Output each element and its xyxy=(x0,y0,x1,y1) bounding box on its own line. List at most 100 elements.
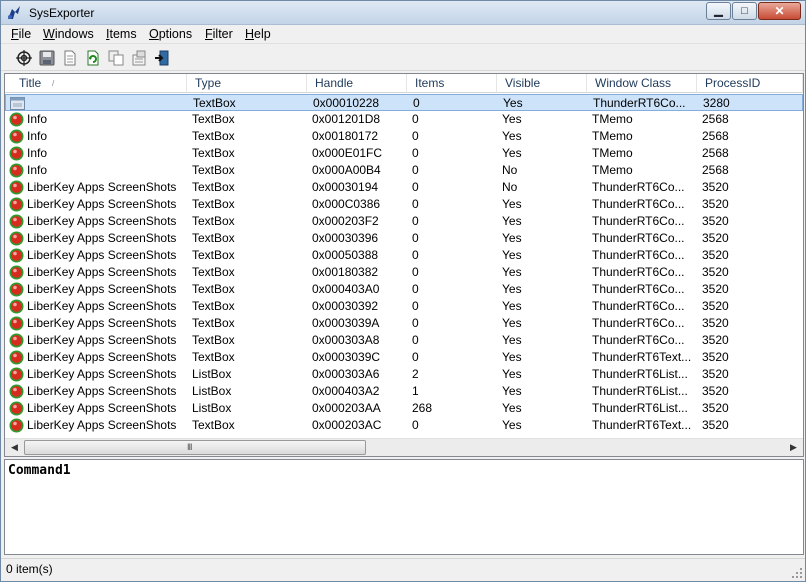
cell-handle: 0x00180382 xyxy=(312,265,379,279)
maximize-button[interactable]: □ xyxy=(732,2,757,20)
list-header: Title / Type Handle Items Visible Window … xyxy=(5,74,803,93)
cell-processid: 3280 xyxy=(703,96,730,110)
minimize-button[interactable]: ▁ xyxy=(706,2,731,20)
column-header-window-class[interactable]: Window Class xyxy=(587,74,697,93)
cell-type: TextBox xyxy=(192,129,235,143)
cell-handle: 0x000303A6 xyxy=(312,367,380,381)
menu-file[interactable]: File xyxy=(9,26,33,43)
table-row[interactable]: LiberKey Apps ScreenShots TextBox 0x001803… xyxy=(5,264,803,281)
cell-items: 0 xyxy=(412,214,419,228)
cell-visible: Yes xyxy=(502,146,522,160)
menu-options[interactable]: Options xyxy=(147,26,194,43)
scroll-right-arrow-icon[interactable]: ▶ xyxy=(785,439,802,456)
menu-help[interactable]: Help xyxy=(243,26,273,43)
cell-title: LiberKey Apps ScreenShots xyxy=(27,367,177,381)
cell-processid: 3520 xyxy=(702,180,729,194)
table-row[interactable]: LiberKey Apps ScreenShots TextBox 0x000203… xyxy=(5,213,803,230)
column-header-handle[interactable]: Handle xyxy=(307,74,407,93)
properties-panel[interactable]: Command1 xyxy=(4,459,804,555)
maximize-icon: □ xyxy=(741,5,748,17)
size-grip-icon[interactable] xyxy=(791,567,803,579)
table-row[interactable]: LiberKey Apps ScreenShots ListBox 0x000203… xyxy=(5,400,803,417)
refresh-button[interactable] xyxy=(82,47,104,69)
cell-handle: 0x000403A2 xyxy=(312,384,380,398)
table-row[interactable]: LiberKey Apps ScreenShots TextBox 0x000303… xyxy=(5,332,803,349)
window-title: SysExporter xyxy=(29,6,95,20)
red-window-icon xyxy=(9,384,24,399)
column-header-items[interactable]: Items xyxy=(407,74,497,93)
table-row[interactable]: LiberKey Apps ScreenShots TextBox 0x000503… xyxy=(5,247,803,264)
cell-type: TextBox xyxy=(192,146,235,160)
table-row[interactable]: LiberKey Apps ScreenShots TextBox 0x000303… xyxy=(5,230,803,247)
table-row[interactable]: LiberKey Apps ScreenShots TextBox 0x000303… xyxy=(5,298,803,315)
cell-handle: 0x00010228 xyxy=(313,96,380,110)
menu-filter[interactable]: Filter xyxy=(203,26,235,43)
table-row[interactable]: LiberKey Apps ScreenShots TextBox 0x000203… xyxy=(5,417,803,434)
table-row[interactable]: Info TextBox 0x00180172 0 Yes TMemo 2568 xyxy=(5,128,803,145)
target-button[interactable] xyxy=(13,47,35,69)
cell-window-class: TMemo xyxy=(592,146,633,160)
close-button[interactable]: ✕ xyxy=(758,2,801,20)
table-row[interactable]: LiberKey Apps ScreenShots TextBox 0x000301… xyxy=(5,179,803,196)
cell-title: Info xyxy=(27,163,48,177)
table-row[interactable]: LiberKey Apps ScreenShots ListBox 0x000303… xyxy=(5,366,803,383)
scroll-thumb[interactable]: III xyxy=(24,440,366,455)
column-header-title[interactable]: Title / xyxy=(5,74,187,93)
cell-window-class: ThunderRT6Co... xyxy=(592,197,685,211)
properties-button[interactable] xyxy=(128,47,150,69)
cell-items: 0 xyxy=(412,418,419,432)
menu-items[interactable]: Items xyxy=(104,26,139,43)
title-bar[interactable]: SysExporter ▁ □ ✕ xyxy=(1,1,805,25)
cell-handle: 0x00180172 xyxy=(312,129,379,143)
cell-items: 0 xyxy=(412,163,419,177)
cell-handle: 0x000203AC xyxy=(312,418,382,432)
red-window-icon xyxy=(9,333,24,348)
cell-visible: Yes xyxy=(502,282,522,296)
cell-window-class: ThunderRT6List... xyxy=(592,384,688,398)
window-list[interactable]: Title / Type Handle Items Visible Window … xyxy=(4,73,804,457)
horizontal-scrollbar[interactable]: ◀ III ▶ xyxy=(5,438,803,456)
cell-type: TextBox xyxy=(192,231,235,245)
menu-windows[interactable]: Windows xyxy=(41,26,96,43)
column-header-type[interactable]: Type xyxy=(187,74,307,93)
table-row[interactable]: LiberKey Apps ScreenShots TextBox 0x000403… xyxy=(5,281,803,298)
cell-items: 0 xyxy=(412,197,419,211)
red-window-icon xyxy=(9,197,24,212)
cell-title: LiberKey Apps ScreenShots xyxy=(27,248,177,262)
exit-button[interactable] xyxy=(151,47,173,69)
table-row[interactable]: LiberKey Apps ScreenShots TextBox 0x000303… xyxy=(5,315,803,332)
table-row[interactable]: Info TextBox 0x001201D8 0 Yes TMemo 2568 xyxy=(5,111,803,128)
cell-type: ListBox xyxy=(192,401,232,415)
save-button[interactable] xyxy=(36,47,58,69)
column-header-visible[interactable]: Visible xyxy=(497,74,587,93)
cell-title: LiberKey Apps ScreenShots xyxy=(27,214,177,228)
column-header-processid[interactable]: ProcessID xyxy=(697,74,803,93)
table-row[interactable]: Info TextBox 0x000A00B4 0 No TMemo 2568 xyxy=(5,162,803,179)
cell-processid: 3520 xyxy=(702,282,729,296)
cell-type: TextBox xyxy=(192,299,235,313)
table-row[interactable]: LiberKey Apps ScreenShots ListBox 0x000403… xyxy=(5,383,803,400)
scroll-left-arrow-icon[interactable]: ◀ xyxy=(6,439,23,456)
cell-visible: Yes xyxy=(502,401,522,415)
table-row[interactable]: TextBox 0x00010228 0 Yes ThunderRT6Co... 3280 xyxy=(5,94,803,111)
copy-button[interactable] xyxy=(105,47,127,69)
red-window-icon xyxy=(9,418,24,433)
cell-title: LiberKey Apps ScreenShots xyxy=(27,316,177,330)
cell-items: 0 xyxy=(412,316,419,330)
red-window-icon xyxy=(9,401,24,416)
cell-processid: 2568 xyxy=(702,146,729,160)
document-button[interactable] xyxy=(59,47,81,69)
cell-visible: No xyxy=(502,180,518,194)
cell-processid: 2568 xyxy=(702,112,729,126)
red-window-icon xyxy=(9,367,24,382)
cell-title: LiberKey Apps ScreenShots xyxy=(27,333,177,347)
cell-type: TextBox xyxy=(192,333,235,347)
cell-window-class: ThunderRT6Co... xyxy=(592,231,685,245)
table-row[interactable]: Info TextBox 0x000E01FC 0 Yes TMemo 2568 xyxy=(5,145,803,162)
cell-visible: Yes xyxy=(502,350,522,364)
command-text: Command1 xyxy=(8,463,71,478)
red-window-icon xyxy=(9,265,24,280)
table-row[interactable]: LiberKey Apps ScreenShots TextBox 0x000C03… xyxy=(5,196,803,213)
table-row[interactable]: LiberKey Apps ScreenShots TextBox 0x000303… xyxy=(5,349,803,366)
cell-processid: 3520 xyxy=(702,299,729,313)
